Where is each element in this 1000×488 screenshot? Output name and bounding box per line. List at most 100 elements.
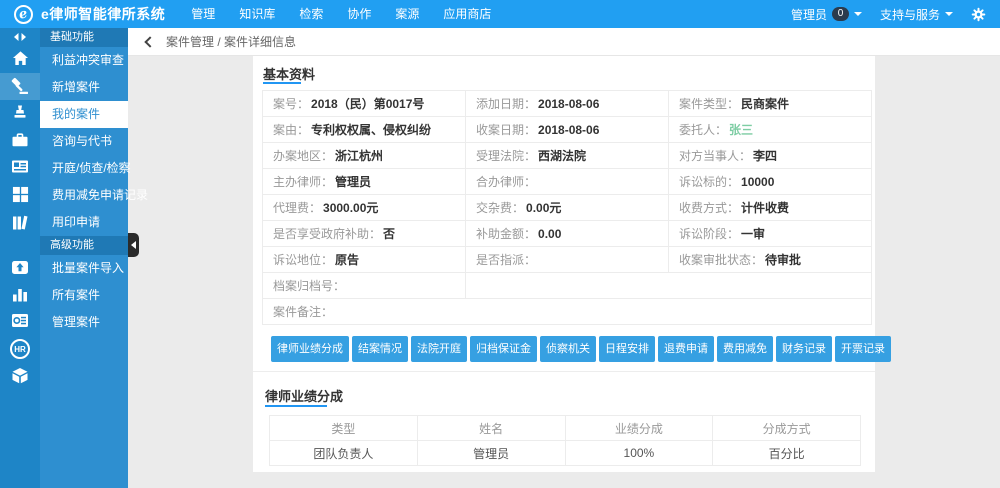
top-menu: 管理 知识库 检索 协作 案源 应用商店 [179,0,503,28]
field-label: 诉讼地位： [273,253,333,267]
table-row: 案件备注： [263,299,872,325]
sidebar-collapse-handle[interactable] [128,233,139,257]
stamp-icon[interactable] [0,104,40,120]
field-value: 10000 [741,175,774,189]
field-label: 收案审批状态： [679,253,763,267]
home-icon[interactable] [0,50,40,66]
top-menu-item-app-store[interactable]: 应用商店 [431,0,503,28]
field-value: 专利权权属、侵权纠纷 [311,123,431,137]
sidebar-item-manage-cases[interactable]: 管理案件 [40,309,128,336]
menu-section-basic: 基础功能 [40,28,128,47]
refund-request-button[interactable]: 退费申请 [658,336,714,362]
field-value: 浙江杭州 [335,149,383,163]
menu-section-advanced: 高级功能 [40,236,128,255]
field-label: 档案归档号： [273,279,345,293]
table-row: 案由：专利权权属、侵权纠纷 收案日期：2018-08-06 委托人：张三 [263,117,872,143]
briefcase-icon[interactable] [0,131,40,147]
field-label: 案件类型： [679,97,739,111]
sidebar-item-my-cases[interactable]: 我的案件 [40,101,128,128]
user-menu[interactable]: 管理员 0 [791,6,862,23]
chevron-down-icon [854,12,862,16]
chevron-left-icon [131,241,136,249]
section-title-underline [263,82,301,84]
breadcrumb-path: 案件管理 / 案件详细信息 [166,33,296,50]
back-chevron-icon[interactable] [144,36,155,47]
sidebar-menu: 基础功能 利益冲突审查 新增案件 我的案件 咨询与代书 开庭/侦查/检察 费用减… [40,28,128,488]
sidebar-item-all-cases[interactable]: 所有案件 [40,282,128,309]
logo-letter: e [18,7,29,21]
cell-split: 100% [565,441,713,466]
lawyer-split-button[interactable]: 律师业绩分成 [271,336,349,362]
col-header-name: 姓名 [417,416,565,441]
bar-chart-icon[interactable] [0,286,40,302]
upload-box-icon[interactable] [0,260,40,275]
books-icon[interactable] [0,214,40,231]
cube-icon[interactable] [0,367,40,384]
table-row: 主办律师：管理员 合办律师： 诉讼标的：10000 [263,169,872,195]
col-header-method: 分成方式 [713,416,861,441]
field-value: 待审批 [765,253,801,267]
gavel-icon[interactable] [0,77,40,95]
hr-badge-icon[interactable]: HR [0,339,40,359]
hr-badge-label: HR [10,339,30,359]
top-menu-item-manage[interactable]: 管理 [179,0,227,28]
field-label: 诉讼标的： [679,175,739,189]
finance-records-button[interactable]: 财务记录 [776,336,832,362]
top-menu-item-search[interactable]: 检索 [287,0,335,28]
sidebar-icon-strip: HR [0,28,40,488]
table-row: 是否享受政府补助：否 补助金额：0.00 诉讼阶段：一审 [263,221,872,247]
table-row: 案号：2018（民）第0017号 添加日期：2018-08-06 案件类型：民商… [263,91,872,117]
investigation-organ-button[interactable]: 侦察机关 [540,336,596,362]
sidebar-item-new-case[interactable]: 新增案件 [40,74,128,101]
close-case-button[interactable]: 结案情况 [352,336,408,362]
top-menu-item-knowledge[interactable]: 知识库 [227,0,287,28]
collapse-arrows-icon[interactable] [0,31,40,43]
archive-deposit-button[interactable]: 归档保证金 [470,336,537,362]
top-menu-item-case-source[interactable]: 案源 [383,0,431,28]
schedule-button[interactable]: 日程安排 [599,336,655,362]
id-card-icon[interactable] [0,159,40,174]
field-value: 西湖法院 [538,149,586,163]
section-title-basic-info: 基本资料 [263,64,315,83]
field-label: 收费方式： [679,201,739,215]
col-header-split: 业绩分成 [565,416,713,441]
sidebar-item-conflict-check[interactable]: 利益冲突审查 [40,47,128,74]
action-button-row: 律师业绩分成 结案情况 法院开庭 归档保证金 侦察机关 日程安排 退费申请 费用… [271,336,871,362]
app-logo-icon: e [14,5,33,24]
app-title: e律师智能律所系统 [41,4,165,24]
case-info-table: 案号：2018（民）第0017号 添加日期：2018-08-06 案件类型：民商… [262,90,872,325]
field-value: 计件收费 [741,201,789,215]
grid-icon[interactable] [0,186,40,203]
support-label: 支持与服务 [880,6,940,23]
table-header-row: 类型 姓名 业绩分成 分成方式 [270,416,861,441]
sidebar-item-batch-import[interactable]: 批量案件导入 [40,255,128,282]
court-session-button[interactable]: 法院开庭 [411,336,467,362]
performance-table: 类型 姓名 业绩分成 分成方式 团队负责人 管理员 100% 百分比 [269,415,861,466]
top-menu-item-collaborate[interactable]: 协作 [335,0,383,28]
sidebar-item-consult-draft[interactable]: 咨询与代书 [40,128,128,155]
field-value: 一审 [741,227,765,241]
fee-reduction-button[interactable]: 费用减免 [717,336,773,362]
sidebar-item-court-investigation[interactable]: 开庭/侦查/检察 [40,155,128,182]
field-label: 受理法院： [476,149,536,163]
field-label: 对方当事人： [679,149,751,163]
chevron-down-icon [945,12,953,16]
field-label: 代理费： [273,201,321,215]
field-label: 案由： [273,123,309,137]
sidebar-item-seal-application[interactable]: 用印申请 [40,209,128,236]
settings-gear-icon[interactable] [971,7,986,22]
sidebar-item-fee-reduction-records[interactable]: 费用减免申请记录 [40,182,128,209]
field-label: 案号： [273,97,309,111]
field-label: 诉讼阶段： [679,227,739,241]
field-label: 添加日期： [476,97,536,111]
section-divider [253,371,875,372]
invoice-records-button[interactable]: 开票记录 [835,336,891,362]
client-link[interactable]: 张三 [729,123,753,137]
report-icon[interactable] [0,313,40,328]
field-label: 补助金额： [476,227,536,241]
support-menu[interactable]: 支持与服务 [880,6,953,23]
field-label: 办案地区： [273,149,333,163]
field-value: 民商案件 [741,97,789,111]
field-value: 原告 [335,253,359,267]
field-value: 2018-08-06 [538,123,599,137]
